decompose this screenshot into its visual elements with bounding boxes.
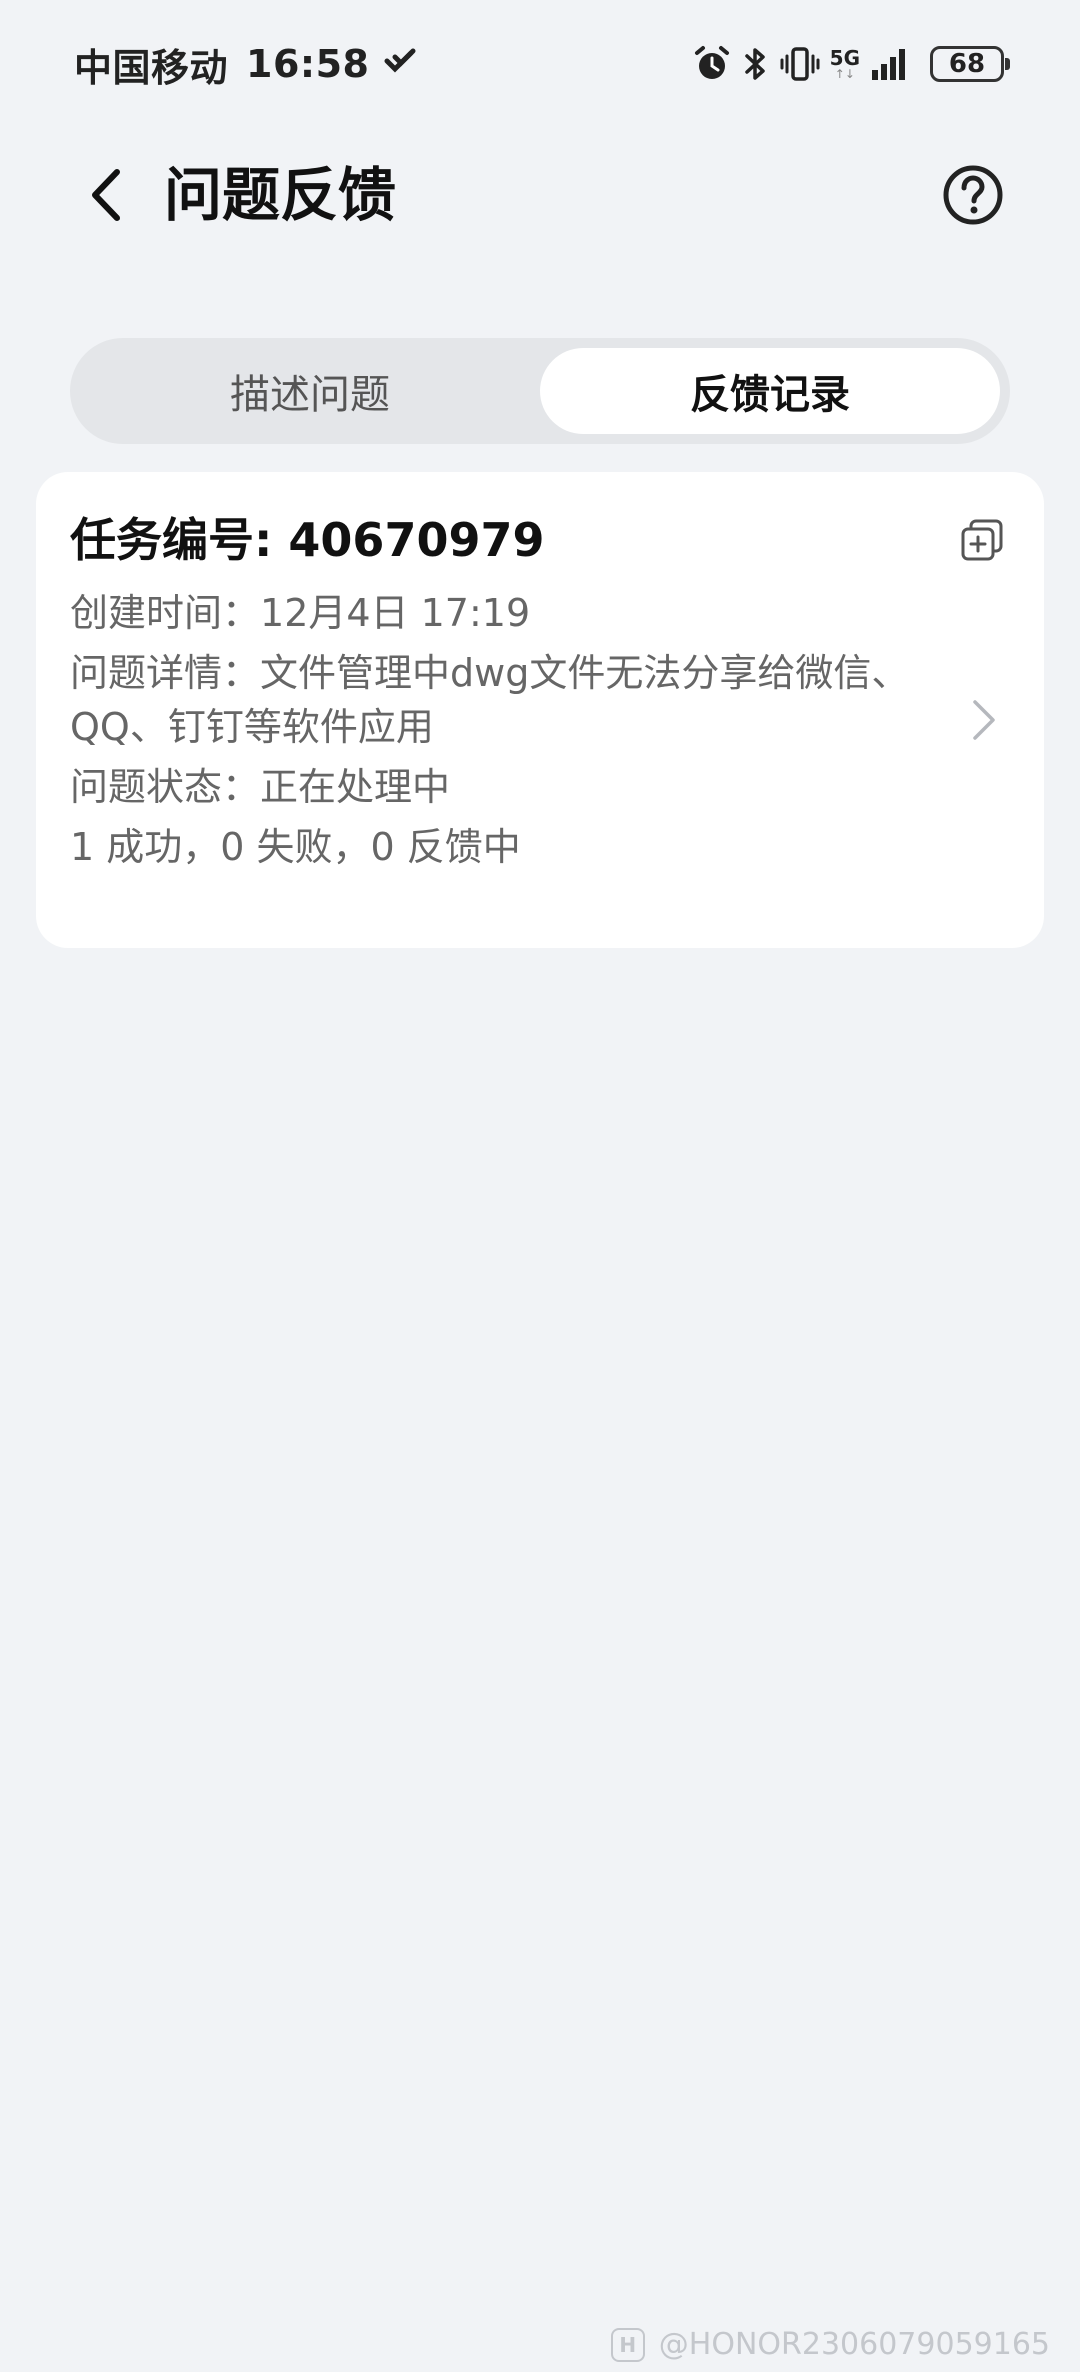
alarm-icon xyxy=(692,44,732,84)
created-time-value: 12月4日 17:19 xyxy=(260,591,531,635)
help-icon xyxy=(943,165,1003,225)
watermark-text: @HONOR2306079059165 xyxy=(658,2327,1050,2362)
result-summary: 1 成功，0 失败，0 反馈中 xyxy=(70,825,521,869)
chevron-right-icon xyxy=(973,700,995,740)
bluetooth-icon xyxy=(742,44,770,84)
copy-add-icon xyxy=(961,519,1003,561)
status-bar: 中国移动 16:58 5G ↑↓ 68 xyxy=(0,0,1080,120)
tab-describe-problem[interactable]: 描述问题 xyxy=(80,348,540,434)
vibrate-icon xyxy=(780,44,820,84)
watermark: H @HONOR2306079059165 xyxy=(610,2327,1050,2362)
status-right: 5G ↑↓ 68 xyxy=(692,36,1010,92)
open-record-arrow[interactable] xyxy=(964,690,1004,750)
segmented-tabs: 描述问题 反馈记录 xyxy=(70,338,1010,444)
problem-details-label: 问题详情： xyxy=(70,651,261,695)
battery-icon: 68 xyxy=(930,46,1010,82)
problem-status-label: 问题状态： xyxy=(70,765,261,809)
hd-call-icon xyxy=(383,47,419,81)
battery-level: 68 xyxy=(948,49,986,79)
problem-details-row: 问题详情：文件管理中dwg文件无法分享给微信、QQ、钉钉等软件应用 xyxy=(70,646,950,754)
signal-icon xyxy=(870,44,910,84)
chevron-left-icon xyxy=(92,169,120,221)
copy-button[interactable] xyxy=(956,514,1008,566)
page-title: 问题反馈 xyxy=(164,161,397,229)
task-number-title: 任务编号: 40670979 xyxy=(70,508,544,572)
task-number-label: 任务编号: xyxy=(70,513,289,567)
created-time-label: 创建时间： xyxy=(70,591,261,635)
network-label: 5G ↑↓ xyxy=(829,46,860,81)
tab-feedback-records[interactable]: 反馈记录 xyxy=(540,348,1000,434)
back-button[interactable] xyxy=(70,160,140,230)
task-number-value: 40670979 xyxy=(288,513,545,567)
carrier-name: 中国移动 xyxy=(74,45,229,90)
honor-logo-icon: H xyxy=(610,2327,645,2362)
created-time-row: 创建时间： 12月4日 17:19 xyxy=(70,586,950,640)
app-header: 问题反馈 xyxy=(0,140,1080,250)
clock-time: 16:58 xyxy=(246,42,370,86)
feedback-record-card[interactable]: 任务编号: 40670979 创建时间： 12月4日 17:19 问题详情：文件… xyxy=(36,472,1044,948)
help-button[interactable] xyxy=(936,158,1010,232)
problem-status-row: 问题状态： 正在处理中 xyxy=(70,760,950,814)
status-left: 中国移动 16:58 xyxy=(74,36,419,92)
problem-status-value: 正在处理中 xyxy=(260,765,451,809)
record-details: 创建时间： 12月4日 17:19 问题详情：文件管理中dwg文件无法分享给微信… xyxy=(70,586,950,874)
